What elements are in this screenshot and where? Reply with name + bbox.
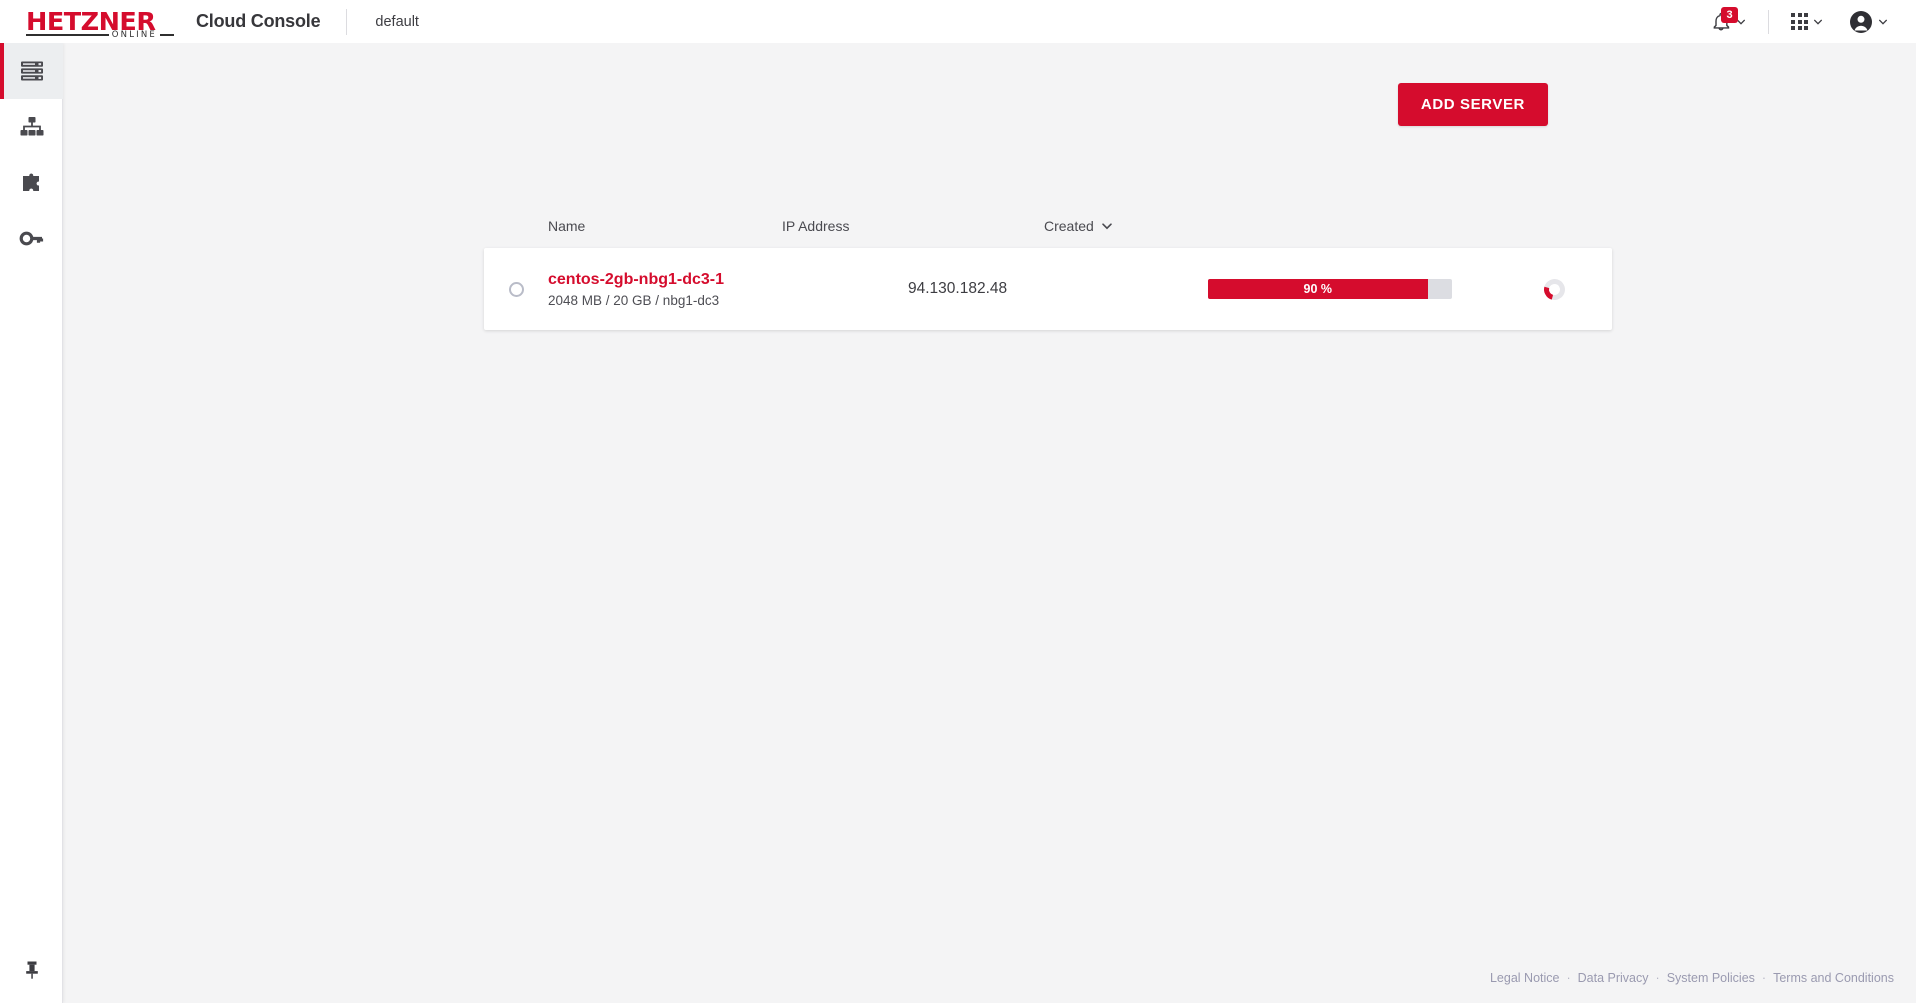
app-header: HETZNER ONLINE Cloud Console default 3 — [0, 0, 1916, 43]
notifications-button[interactable]: 3 — [1705, 6, 1752, 37]
key-icon — [19, 231, 43, 246]
logo-online-text: ONLINE — [111, 29, 157, 40]
footer-separator: · — [1566, 971, 1571, 985]
column-header-name: Name — [548, 218, 586, 234]
puzzle-piece-icon — [22, 173, 39, 191]
grid-apps-icon — [1791, 13, 1808, 30]
logo-rule-right — [160, 33, 174, 36]
sidebar-item-servers[interactable] — [0, 43, 63, 99]
account-menu-button[interactable] — [1843, 6, 1894, 38]
server-activity-cell — [1508, 274, 1612, 304]
sidebar-item-security[interactable] — [0, 211, 63, 267]
hetzner-logo[interactable]: HETZNER ONLINE — [26, 5, 174, 40]
column-header-ip: IP Address — [782, 218, 850, 234]
server-specs-label: 2048 MB / 20 GB / nbg1-dc3 — [548, 292, 720, 308]
progress-bar: 90 % — [1208, 279, 1452, 299]
column-header-created[interactable]: Created — [1044, 218, 1113, 234]
chevron-down-icon — [1879, 19, 1887, 25]
apps-menu-button[interactable] — [1785, 9, 1829, 34]
sidebar-item-add-ons[interactable] — [0, 155, 63, 211]
footer-link-terms[interactable]: Terms and Conditions — [1773, 971, 1894, 985]
sidebar — [0, 43, 63, 1003]
network-sitemap-icon — [20, 117, 43, 136]
table-row[interactable]: centos-2gb-nbg1-dc3-1 2048 MB / 20 GB / … — [484, 248, 1612, 330]
server-progress-cell: 90 % — [1208, 279, 1508, 299]
footer-separator: · — [1655, 971, 1660, 985]
server-ip-address: 94.130.182.48 — [908, 280, 1008, 297]
column-header-created-label: Created — [1044, 218, 1094, 234]
header-divider — [346, 8, 348, 35]
status-circle-icon[interactable] — [508, 281, 524, 297]
toolbar: ADD SERVER — [64, 83, 1548, 126]
footer-link-legal-notice[interactable]: Legal Notice — [1490, 971, 1560, 985]
sidebar-pin-button[interactable] — [0, 947, 63, 993]
footer-link-system-policies[interactable]: System Policies — [1667, 971, 1755, 985]
footer-separator: · — [1761, 971, 1767, 985]
notification-badge: 3 — [1721, 6, 1738, 23]
server-name-cell: centos-2gb-nbg1-dc3-1 2048 MB / 20 GB / … — [548, 271, 908, 308]
footer-link-data-privacy[interactable]: Data Privacy — [1578, 971, 1649, 985]
logo-rule-left — [26, 33, 109, 36]
server-name-link[interactable]: centos-2gb-nbg1-dc3-1 — [548, 271, 908, 289]
sidebar-item-networks[interactable] — [0, 99, 63, 155]
chevron-down-icon — [1102, 223, 1112, 230]
servers-icon — [20, 61, 43, 81]
chevron-down-icon — [1814, 19, 1822, 25]
logo-online-rule: ONLINE — [26, 30, 174, 40]
server-table-header: Name IP Address Created — [484, 213, 1612, 239]
loading-spinner-icon — [1540, 274, 1569, 304]
bell-icon: 3 — [1711, 6, 1738, 33]
account-avatar-icon — [1850, 10, 1872, 33]
progress-bar-fill: 90 % — [1208, 279, 1428, 299]
project-selector[interactable]: default — [375, 14, 419, 30]
header-actions-divider — [1768, 9, 1769, 34]
add-server-button[interactable]: ADD SERVER — [1397, 83, 1548, 126]
footer-links: Legal Notice · Data Privacy · System Pol… — [1490, 971, 1894, 985]
header-actions: 3 — [1705, 6, 1894, 38]
app-title: Cloud Console — [196, 11, 321, 31]
pin-icon — [25, 961, 38, 979]
row-select-cell — [484, 281, 548, 297]
main-content: ADD SERVER Name IP Address Created cento… — [64, 43, 1916, 1003]
